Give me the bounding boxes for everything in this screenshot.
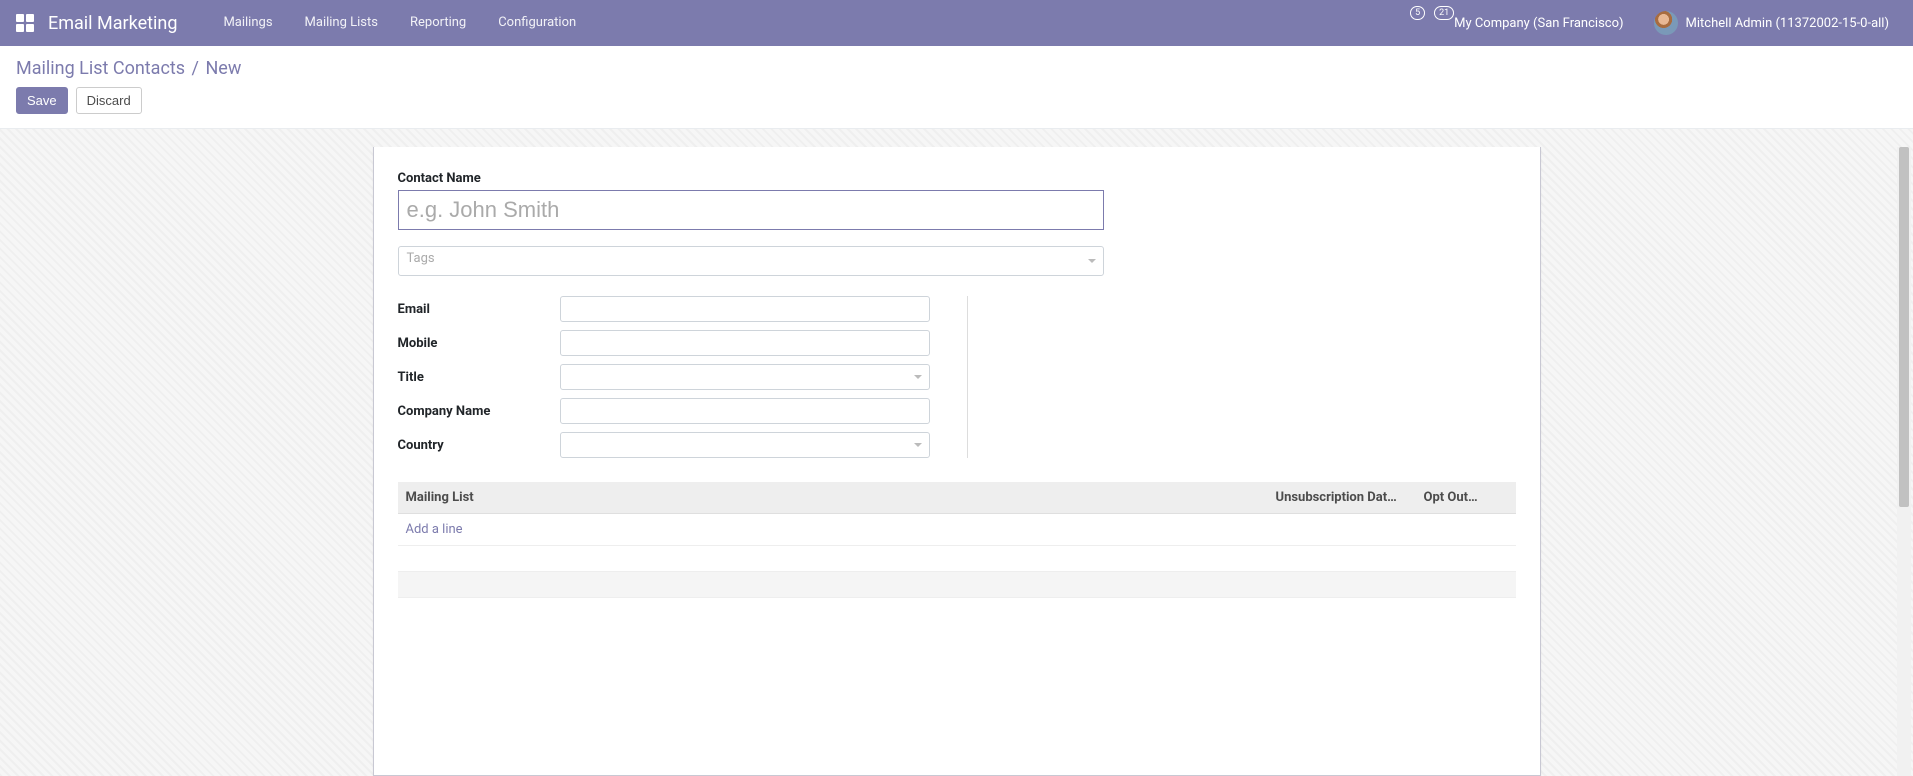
col-mailing-list[interactable]: Mailing List	[398, 482, 1268, 514]
topbar-right: 5 21 My Company (San Francisco) Mitchell…	[1368, 0, 1897, 46]
topbar-left: Email Marketing Mailings Mailing Lists R…	[16, 0, 592, 46]
col-unsubscription-date[interactable]: Unsubscription Dat…	[1268, 482, 1416, 514]
menu-configuration[interactable]: Configuration	[482, 0, 592, 46]
col-opt-out[interactable]: Opt Out…	[1416, 482, 1516, 514]
discard-button[interactable]: Discard	[76, 87, 142, 114]
messaging-icon[interactable]: 5	[1392, 0, 1408, 46]
table-row: Add a line	[398, 514, 1516, 546]
scrollbar-track[interactable]	[1897, 147, 1911, 776]
company-name-label: Company Name	[398, 404, 560, 419]
breadcrumb-separator: /	[190, 58, 201, 79]
breadcrumb: Mailing List Contacts / New	[16, 58, 1897, 79]
table-empty-row	[398, 546, 1516, 572]
menu-reporting[interactable]: Reporting	[394, 0, 482, 46]
mobile-field[interactable]	[560, 330, 930, 356]
company-name-field[interactable]	[560, 398, 930, 424]
avatar	[1654, 11, 1678, 35]
form-sheet: Contact Name Tags Email Mobile	[373, 147, 1541, 776]
mailing-list-table: Mailing List Unsubscription Dat… Opt Out…	[398, 482, 1516, 598]
company-switcher[interactable]: My Company (San Francisco)	[1440, 0, 1637, 46]
user-menu[interactable]: Mitchell Admin (11372002-15-0-all)	[1646, 0, 1897, 46]
mobile-label: Mobile	[398, 336, 560, 351]
add-a-line[interactable]: Add a line	[406, 522, 463, 537]
breadcrumb-current: New	[205, 58, 241, 79]
apps-icon[interactable]	[16, 14, 34, 32]
title-select[interactable]	[560, 364, 930, 390]
app-title[interactable]: Email Marketing	[48, 13, 177, 34]
save-button[interactable]: Save	[16, 87, 68, 114]
table-footer-row	[398, 572, 1516, 598]
content-wrap: Contact Name Tags Email Mobile	[0, 129, 1913, 776]
email-label: Email	[398, 302, 560, 317]
breadcrumb-parent[interactable]: Mailing List Contacts	[16, 58, 185, 79]
country-label: Country	[398, 438, 560, 453]
country-select[interactable]	[560, 432, 930, 458]
cp-buttons: Save Discard	[16, 87, 1897, 114]
menu-mailing-lists[interactable]: Mailing Lists	[289, 0, 394, 46]
email-field[interactable]	[560, 296, 930, 322]
topbar: Email Marketing Mailings Mailing Lists R…	[0, 0, 1913, 46]
form-group: Email Mobile Title	[398, 296, 1516, 458]
title-label: Title	[398, 370, 560, 385]
scrollbar-thumb[interactable]	[1899, 147, 1909, 507]
contact-name-label: Contact Name	[398, 171, 1516, 186]
table-header-row: Mailing List Unsubscription Dat… Opt Out…	[398, 482, 1516, 514]
user-name: Mitchell Admin (11372002-15-0-all)	[1686, 16, 1889, 31]
control-panel: Mailing List Contacts / New Save Discard	[0, 46, 1913, 129]
debug-icon[interactable]	[1368, 0, 1384, 46]
contact-name-input[interactable]	[398, 190, 1104, 230]
tags-input[interactable]: Tags	[398, 246, 1104, 276]
activities-icon[interactable]: 21	[1416, 0, 1432, 46]
menu-mailings[interactable]: Mailings	[207, 0, 288, 46]
tags-wrap: Tags	[398, 246, 1104, 276]
